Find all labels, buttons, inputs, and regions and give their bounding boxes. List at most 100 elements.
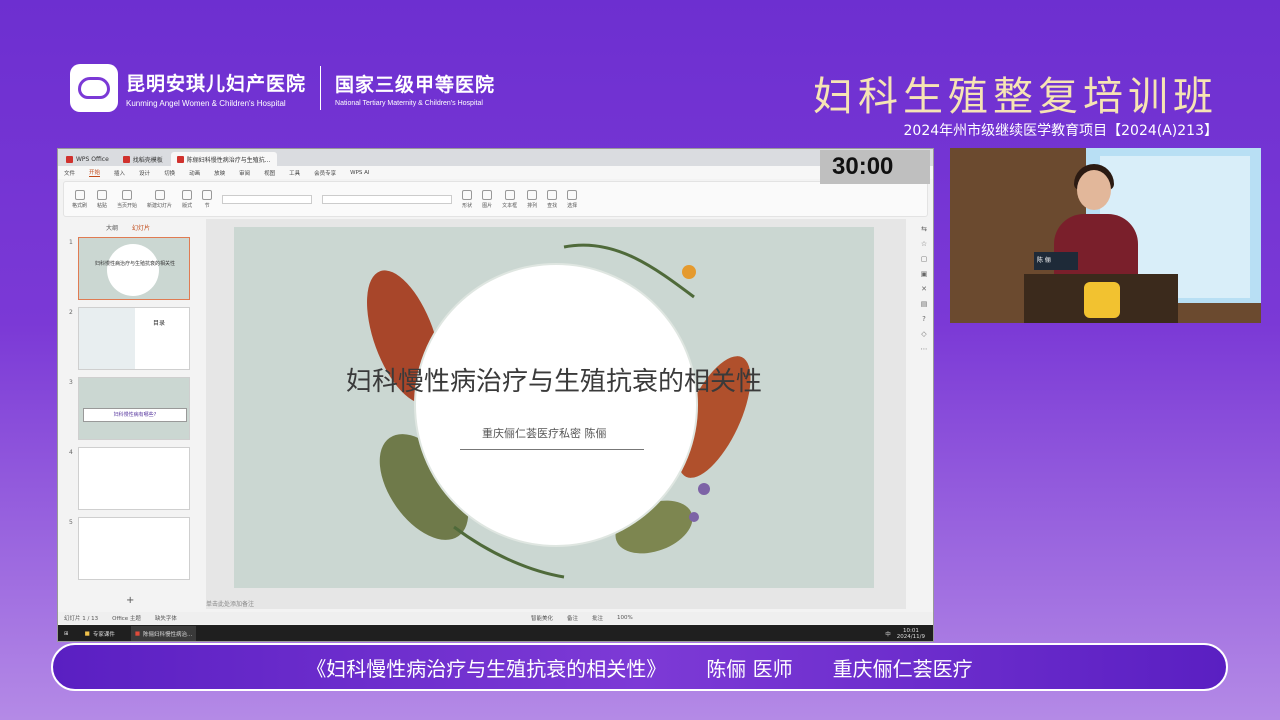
select-button[interactable]: 选择 [567, 189, 577, 209]
hospital-logo [70, 64, 118, 112]
tab-wps-office[interactable]: WPS Office [60, 152, 115, 166]
slide-thumbnail[interactable]: 目录 [78, 307, 190, 370]
slide-thumbnail[interactable] [78, 447, 190, 510]
tab-presentation[interactable]: 陈俪妇科慢性病治疗与生殖抗... [170, 152, 277, 166]
speaker-face [1077, 170, 1111, 210]
menu-insert[interactable]: 插入 [114, 169, 125, 177]
hospital-brand: 昆明安琪儿妇产医院 Kunming Angel Women & Children… [70, 64, 495, 112]
paragraph-tools[interactable] [322, 194, 453, 204]
section-button[interactable]: 节 [202, 189, 213, 209]
template-icon [122, 155, 130, 163]
arrange-button[interactable]: 排列 [527, 189, 537, 209]
thumbnail-row[interactable]: 3 妇科慢性病有哪些? [58, 377, 198, 445]
speaker-org: 重庆俪仁荟医疗 [832, 656, 973, 681]
menu-transition[interactable]: 切换 [164, 169, 175, 177]
folder-icon: ■ [84, 631, 90, 637]
notes-placeholder[interactable]: 单击此处添加备注 [206, 599, 254, 608]
menu-review[interactable]: 审阅 [239, 169, 250, 177]
format-painter-button[interactable]: 格式刷 [72, 189, 87, 209]
star-icon[interactable]: ☆ [921, 240, 927, 248]
slide-thumbnail[interactable]: 妇科慢性病有哪些? [78, 377, 190, 440]
wps-icon: ■ [134, 631, 141, 637]
course-subtitle: 2024年州市级继续医学教育项目【2024(A)213】 [903, 123, 1218, 139]
ppt-icon [176, 155, 184, 163]
hospital-rank-en: National Tertiary Maternity & Children's… [335, 99, 483, 107]
start-icon[interactable]: ⊞ [64, 631, 69, 637]
tab-templates[interactable]: 找稻壳模板 [117, 152, 169, 166]
shape-button[interactable]: 形状 [462, 189, 472, 209]
copy-icon[interactable]: ▢ [921, 255, 928, 263]
taskbar-item-folder[interactable]: ■ 专家课件 [81, 626, 119, 641]
start-from-current-button[interactable]: 当页开始 [117, 189, 137, 209]
menu-view[interactable]: 视图 [264, 169, 275, 177]
smart-beautify-button[interactable]: 智能美化 [531, 614, 553, 622]
menu-animation[interactable]: 动画 [189, 169, 200, 177]
wps-icon [66, 155, 73, 163]
notes-button[interactable]: 备注 [567, 614, 578, 622]
slide-thumbnail[interactable]: 妇科慢性病治疗与生殖抗衰的相关性 [78, 237, 190, 300]
hospital-rank-cn: 国家三级甲等医院 [335, 73, 496, 96]
animation-icon[interactable]: ⇆ [921, 225, 927, 233]
layout-button[interactable]: 版式 [182, 189, 192, 209]
tab-bar: WPS Office 找稻壳模板 陈俪妇科慢性病治疗与生殖抗... [58, 149, 933, 166]
menu-wps-ai[interactable]: WPS AI [350, 170, 369, 176]
thumbnail-row[interactable]: 2 目录 [58, 307, 198, 375]
image-icon[interactable]: ▣ [921, 270, 928, 278]
find-button[interactable]: 查找 [547, 189, 557, 209]
taskbar: ⊞ ■ 专家课件 ■ 陈俪妇科慢性病治... 中 10:01 2024/11/9 [58, 625, 933, 641]
wps-window: WPS Office 找稻壳模板 陈俪妇科慢性病治疗与生殖抗... 文件 开始 … [57, 148, 934, 642]
textbox-button[interactable]: 文本框 [502, 189, 517, 209]
tools-icon[interactable]: ✕ [921, 285, 927, 293]
menu-tools[interactable]: 工具 [289, 169, 300, 177]
zoom-level[interactable]: 100% [617, 615, 633, 621]
theme-name: Office 主题 [112, 616, 141, 622]
menu-home[interactable]: 开始 [89, 168, 101, 177]
share-icon[interactable]: ◇ [921, 330, 926, 338]
speaker-name: 陈俪 医师 [706, 656, 793, 681]
podium-logo [1084, 282, 1120, 318]
paste-button[interactable]: 粘贴 [97, 189, 107, 209]
right-toolbar: ⇆ ☆ ▢ ▣ ✕ ▤ ? ◇ ⋯ [916, 219, 932, 609]
help-icon[interactable]: ? [922, 315, 926, 323]
thumbnail-row[interactable]: 4 [58, 447, 198, 515]
picture-button[interactable]: 图片 [482, 189, 492, 209]
system-tray: 中 10:01 2024/11/9 [885, 628, 933, 640]
thumbnail-row[interactable]: 1 妇科慢性病治疗与生殖抗衰的相关性 [58, 237, 198, 305]
tab-slides[interactable]: 幻灯片 [132, 223, 150, 232]
countdown-timer: 30:00 [820, 150, 930, 184]
nameplate: 陈 俪 [1034, 252, 1078, 270]
new-slide-button[interactable]: 新建幻灯片 [147, 189, 172, 209]
tab-outline[interactable]: 大纲 [106, 223, 118, 232]
menu-slideshow[interactable]: 放映 [214, 169, 225, 177]
course-title: 妇科生殖整复培训班 [813, 74, 1218, 120]
title-circle [414, 263, 698, 547]
slide-title: 妇科慢性病治疗与生殖抗衰的相关性 [345, 367, 762, 397]
speaker-video: 陈 俪 [950, 148, 1261, 323]
thumbnail-row[interactable]: 5 [58, 517, 198, 585]
slide-canvas: 妇科慢性病治疗与生殖抗衰的相关性 重庆俪仁荟医疗私密 陈俪 [206, 219, 906, 609]
slide-counter: 幻灯片 1 / 13 [64, 616, 99, 622]
missing-fonts[interactable]: 缺失字体 [155, 614, 177, 622]
slide-thumbnail[interactable] [78, 517, 190, 580]
brand-divider [320, 66, 322, 110]
current-slide[interactable]: 妇科慢性病治疗与生殖抗衰的相关性 重庆俪仁荟医疗私密 陈俪 [234, 227, 874, 588]
talk-title: 《妇科慢性病治疗与生殖抗衰的相关性》 [306, 656, 667, 681]
slide-divider [460, 449, 644, 450]
ime-indicator[interactable]: 中 [885, 630, 891, 638]
font-select[interactable] [222, 194, 313, 204]
add-slide-button[interactable]: + [126, 595, 134, 606]
ribbon-toolbar: 格式刷 粘贴 当页开始 新建幻灯片 版式 节 形状 图片 文本框 排列 查找 选… [63, 181, 928, 217]
more-icon[interactable]: ⋯ [921, 345, 928, 353]
slide-author: 重庆俪仁荟医疗私密 陈俪 [482, 427, 607, 440]
menu-file[interactable]: 文件 [64, 169, 75, 177]
comments-button[interactable]: 批注 [592, 614, 603, 622]
taskbar-item-wps[interactable]: ■ 陈俪妇科慢性病治... [130, 626, 197, 641]
slide-thumbnail-pane: 大纲 幻灯片 1 妇科慢性病治疗与生殖抗衰的相关性 2 目录 3 妇科慢性病有哪… [58, 219, 198, 609]
layout-icon[interactable]: ▤ [921, 300, 928, 308]
hospital-name-cn: 昆明安琪儿妇产医院 [126, 72, 307, 95]
menu-design[interactable]: 设计 [139, 169, 150, 177]
menu-bar: 文件 开始 插入 设计 切换 动画 放映 审阅 视图 工具 会员专享 WPS A… [58, 166, 933, 179]
clock[interactable]: 10:01 2024/11/9 [897, 628, 925, 640]
status-bar: 幻灯片 1 / 13 Office 主题 缺失字体 智能美化 备注 批注 100… [58, 612, 933, 624]
menu-member[interactable]: 会员专享 [314, 169, 336, 177]
